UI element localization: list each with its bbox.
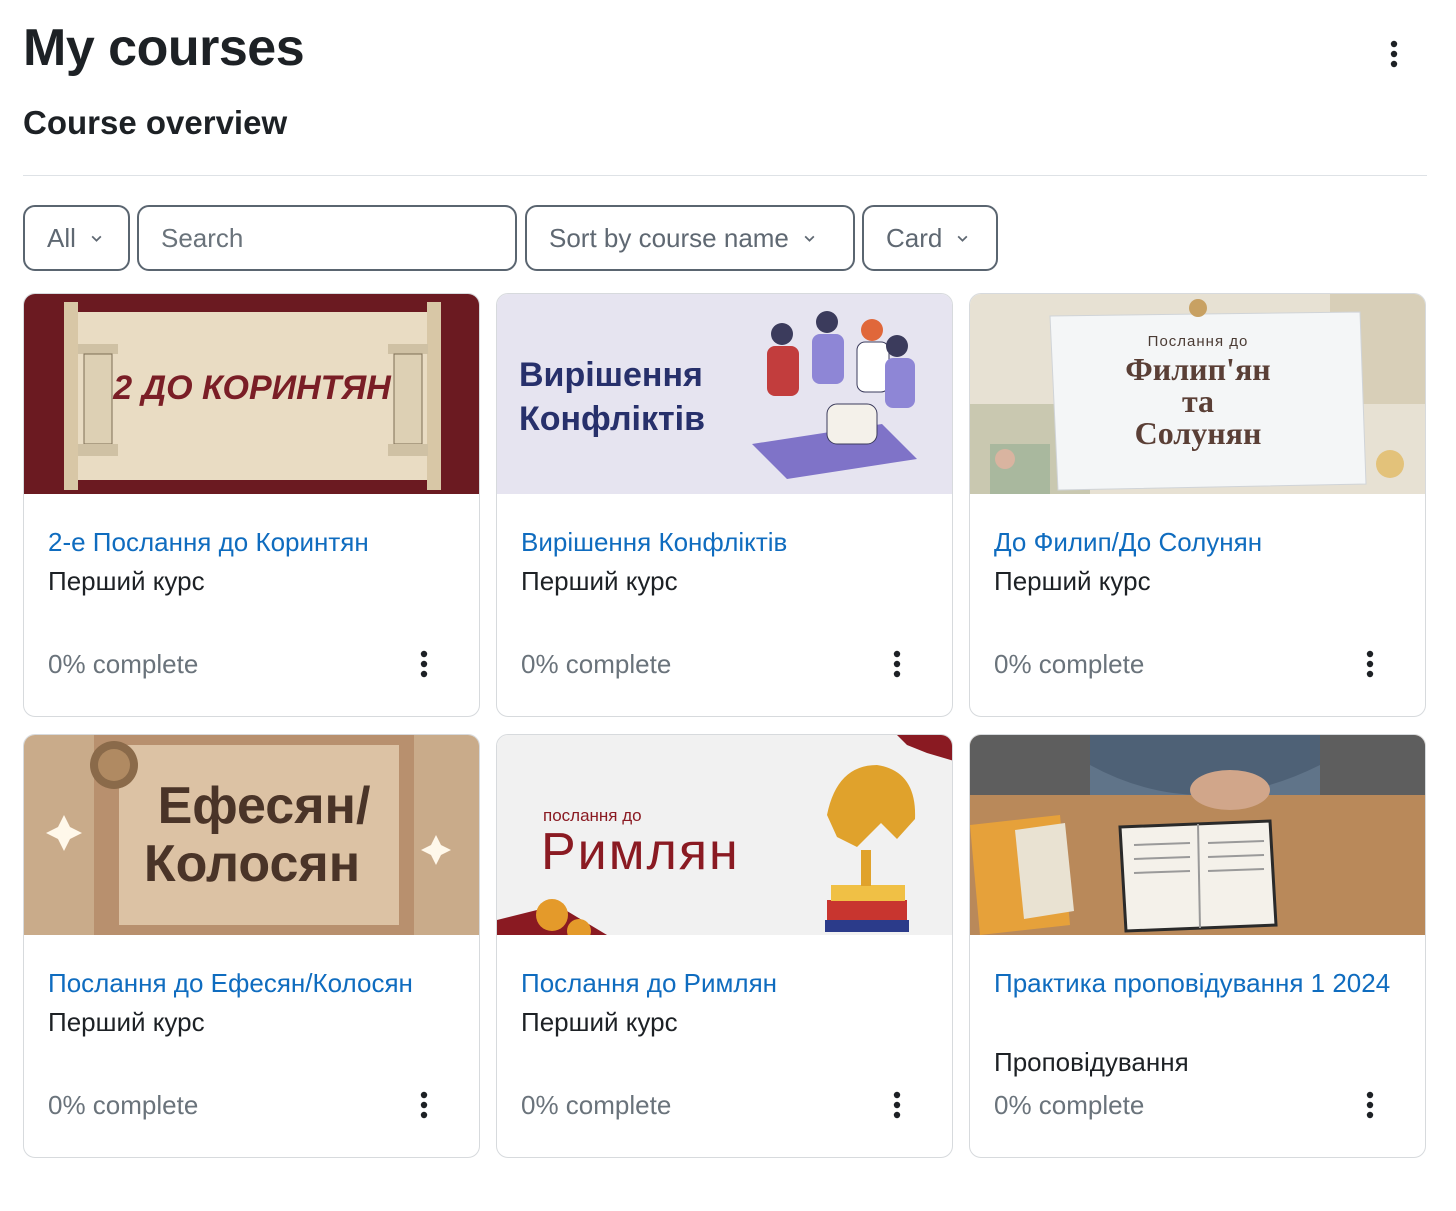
kebab-menu-icon xyxy=(1366,1091,1374,1119)
course-progress: 0% complete xyxy=(994,649,1145,679)
kebab-menu-icon xyxy=(1366,650,1374,678)
thumb-text: 2 ДО КОРИНТЯН xyxy=(112,369,392,407)
course-image[interactable]: Вирішення Конфліктів xyxy=(497,294,952,494)
divider xyxy=(23,175,1427,176)
thumb-text: Конфліктів xyxy=(519,400,705,438)
course-category: Перший курс xyxy=(994,566,1151,596)
kebab-menu-icon xyxy=(1390,40,1398,68)
course-card: послання до Римлян Послання до Римлян Пе… xyxy=(496,734,953,1158)
sort-label: Sort by course name xyxy=(549,222,789,253)
grouping-filter-dropdown[interactable]: All xyxy=(23,205,130,271)
course-actions-menu[interactable] xyxy=(885,646,909,682)
course-category: Перший курс xyxy=(48,1007,205,1037)
course-name-link[interactable]: Вирішення Конфліктів xyxy=(521,522,921,562)
chevron-down-icon xyxy=(957,235,968,242)
course-actions-menu[interactable] xyxy=(412,1087,436,1123)
course-actions-menu[interactable] xyxy=(1358,1087,1382,1123)
course-actions-menu[interactable] xyxy=(1358,646,1382,682)
thumb-text: Послання до xyxy=(1148,333,1249,350)
page-title: My courses xyxy=(23,19,305,77)
course-category: Перший курс xyxy=(521,566,678,596)
course-card: Ефесян/ Колосян Послання до Ефесян/Колос… xyxy=(23,734,480,1158)
search-input[interactable]: Search xyxy=(137,205,517,271)
course-name-link[interactable]: 2-е Послання до Коринтян xyxy=(48,522,448,562)
page-actions-menu[interactable] xyxy=(1378,36,1410,72)
course-progress: 0% complete xyxy=(48,1090,199,1120)
course-category: Проповідування xyxy=(994,1047,1189,1077)
course-actions-menu[interactable] xyxy=(885,1087,909,1123)
course-card: Практика проповідування 1 2024 Проповіду… xyxy=(969,734,1426,1158)
thumb-text: Вирішення xyxy=(519,356,703,394)
thumb-text: та xyxy=(1182,383,1214,419)
course-image[interactable] xyxy=(970,735,1425,935)
display-mode-label: Card xyxy=(886,222,943,253)
course-category: Перший курс xyxy=(521,1007,678,1037)
course-category: Перший курс xyxy=(48,566,205,596)
course-card: 2 ДО КОРИНТЯН 2-е Послання до Коринтян П… xyxy=(23,293,480,717)
course-progress: 0% complete xyxy=(521,649,672,679)
thumb-text: Филип'ян xyxy=(1125,351,1270,387)
chevron-down-icon xyxy=(91,235,102,242)
course-card: Послання до Филип'ян та Солунян До Филип… xyxy=(969,293,1426,717)
course-actions-menu[interactable] xyxy=(412,646,436,682)
course-name-link[interactable]: До Филип/До Солунян xyxy=(994,522,1394,562)
grouping-filter-label: All xyxy=(47,222,76,253)
course-card: Вирішення Конфліктів Вирішення Конфлікті… xyxy=(496,293,953,717)
course-image[interactable]: Послання до Филип'ян та Солунян xyxy=(970,294,1425,494)
course-progress: 0% complete xyxy=(521,1090,672,1120)
kebab-menu-icon xyxy=(893,1091,901,1119)
chevron-down-icon xyxy=(804,235,815,242)
kebab-menu-icon xyxy=(420,650,428,678)
thumb-text: Ефесян/ xyxy=(158,777,371,835)
course-progress: 0% complete xyxy=(994,1090,1145,1120)
thumb-text: Солунян xyxy=(1135,415,1262,451)
kebab-menu-icon xyxy=(420,1091,428,1119)
course-image[interactable]: Ефесян/ Колосян xyxy=(24,735,479,935)
course-name-link[interactable]: Послання до Ефесян/Колосян xyxy=(48,963,448,1003)
search-placeholder: Search xyxy=(161,222,244,253)
thumb-text: Римлян xyxy=(541,823,740,881)
course-name-link[interactable]: Практика проповідування 1 2024 xyxy=(994,963,1394,1003)
sort-dropdown[interactable]: Sort by course name xyxy=(525,205,855,271)
thumb-text: Колосян xyxy=(144,835,360,893)
course-name-link[interactable]: Послання до Римлян xyxy=(521,963,921,1003)
display-mode-dropdown[interactable]: Card xyxy=(862,205,998,271)
course-image[interactable]: 2 ДО КОРИНТЯН xyxy=(24,294,479,494)
course-progress: 0% complete xyxy=(48,649,199,679)
section-title: Course overview xyxy=(23,104,288,141)
kebab-menu-icon xyxy=(893,650,901,678)
course-image[interactable]: послання до Римлян xyxy=(497,735,952,935)
